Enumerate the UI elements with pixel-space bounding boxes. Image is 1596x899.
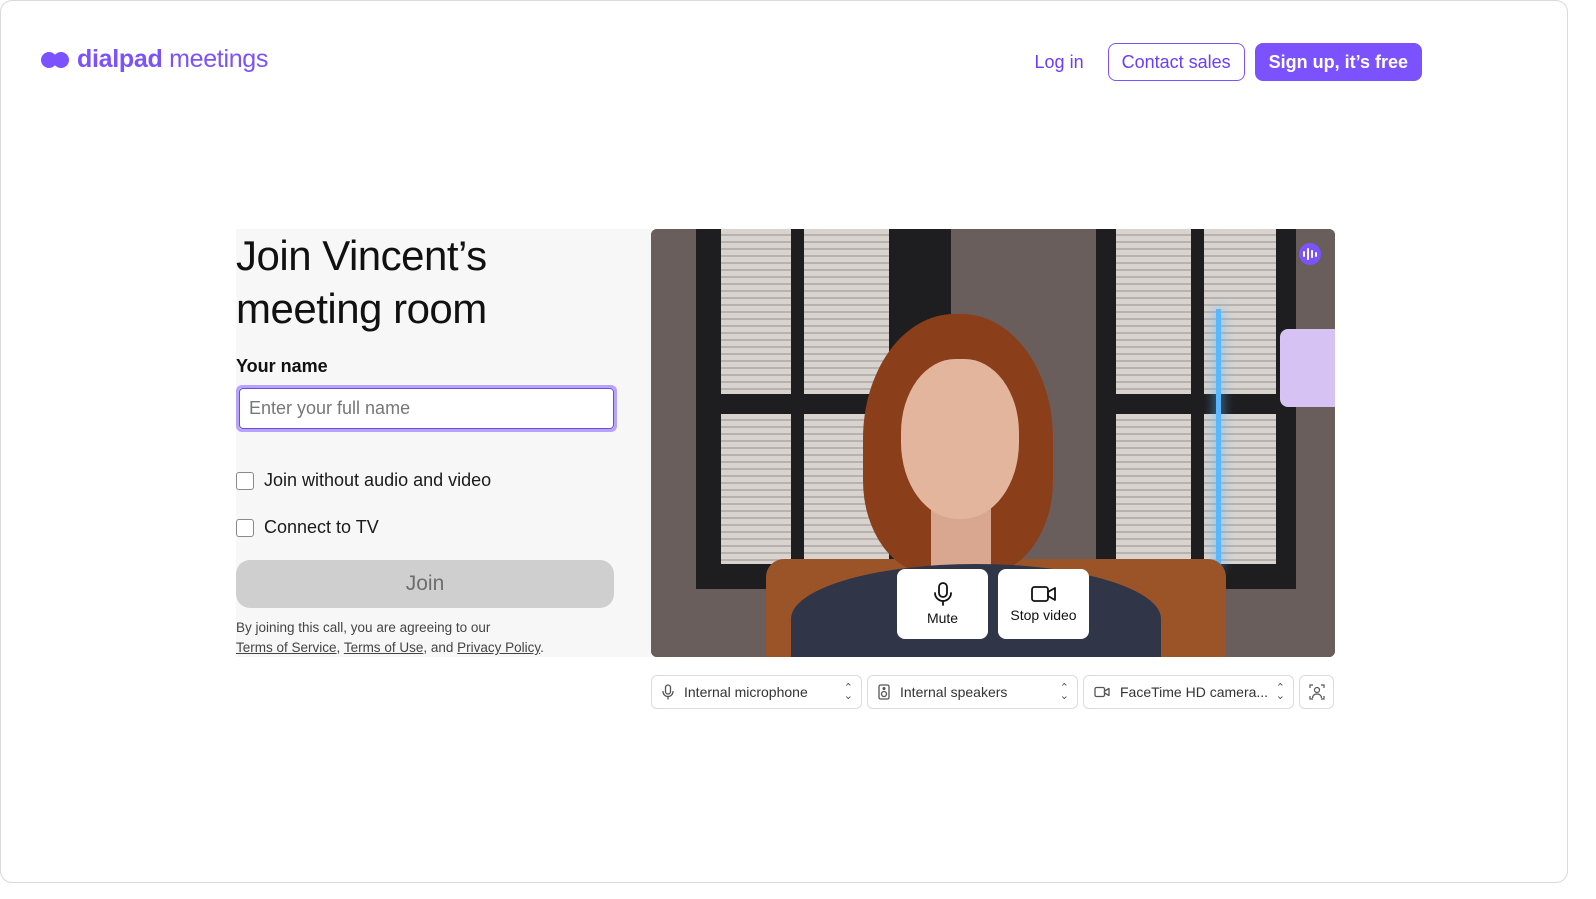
terms-of-service-link[interactable]: Terms of Service [236, 640, 337, 655]
preview-window-right [1096, 229, 1296, 589]
stop-video-label: Stop video [1010, 607, 1077, 623]
preview-lamp [1280, 329, 1335, 407]
name-input-focus-ring [236, 385, 617, 432]
camera-preview: Mute Stop video [651, 229, 1335, 657]
video-camera-icon [1094, 686, 1110, 698]
speakers-select[interactable]: Internal speakers ⌃ ⌄ [867, 675, 1078, 709]
connect-tv-checkbox[interactable] [236, 518, 254, 537]
audio-level-icon [1299, 243, 1321, 265]
device-selector-bar: Internal microphone ⌃ ⌄ Internal speakers… [651, 675, 1334, 709]
name-label: Your name [236, 356, 328, 376]
preview-neon-light [1216, 309, 1221, 569]
speakers-select-value: Internal speakers [900, 684, 1008, 700]
video-camera-icon [1030, 586, 1056, 602]
chevron-up-down-icon: ⌃ ⌄ [1275, 682, 1285, 702]
connect-tv-option[interactable]: Connect to TV [236, 517, 651, 538]
legal-prefix: By joining this call, you are agreeing t… [236, 620, 491, 635]
microphone-select[interactable]: Internal microphone ⌃ ⌄ [651, 675, 862, 709]
stop-video-button[interactable]: Stop video [998, 569, 1089, 639]
legal-end: . [540, 640, 544, 655]
top-nav: Log in Contact sales Sign up, it’s free [1021, 43, 1422, 81]
preview-person-face [901, 359, 1019, 519]
join-without-av-checkbox[interactable] [236, 471, 254, 490]
login-link[interactable]: Log in [1021, 44, 1098, 81]
mute-button[interactable]: Mute [897, 569, 988, 639]
mute-label: Mute [926, 610, 959, 626]
camera-select-value: FaceTime HD camera... [1120, 684, 1269, 700]
legal-notice: By joining this call, you are agreeing t… [236, 618, 651, 658]
join-without-av-option[interactable]: Join without audio and video [236, 470, 651, 491]
page-title: Join Vincent’s meeting room [236, 232, 487, 332]
contact-sales-button[interactable]: Contact sales [1107, 43, 1245, 81]
connect-tv-label: Connect to TV [264, 517, 379, 537]
signup-button[interactable]: Sign up, it’s free [1254, 43, 1422, 81]
legal-separator: , [336, 640, 341, 655]
app-window: dialpad meetings Log in Contact sales Si… [0, 0, 1568, 883]
microphone-icon [933, 582, 952, 606]
chevron-up-down-icon: ⌃ ⌄ [1059, 682, 1069, 702]
speaker-icon [878, 684, 890, 700]
dialpad-logo-icon [41, 49, 71, 71]
camera-select[interactable]: FaceTime HD camera... ⌃ ⌄ [1083, 675, 1294, 709]
join-panel: Join Vincent’smeeting room Your name Joi… [236, 229, 651, 657]
privacy-policy-link[interactable]: Privacy Policy [457, 640, 540, 655]
legal-separator: , and [423, 640, 454, 655]
logo-text: dialpad meetings [77, 45, 269, 73]
join-without-av-label: Join without audio and video [264, 470, 492, 490]
microphone-icon [662, 684, 674, 700]
background-effects-icon [1308, 684, 1325, 700]
chevron-up-down-icon: ⌃ ⌄ [843, 682, 853, 702]
name-input[interactable] [239, 388, 614, 429]
microphone-select-value: Internal microphone [684, 684, 808, 700]
terms-of-use-link[interactable]: Terms of Use [344, 640, 424, 655]
dialpad-meetings-logo[interactable]: dialpad meetings [41, 45, 268, 74]
background-effects-button[interactable] [1299, 675, 1334, 709]
join-button[interactable]: Join [236, 560, 614, 608]
